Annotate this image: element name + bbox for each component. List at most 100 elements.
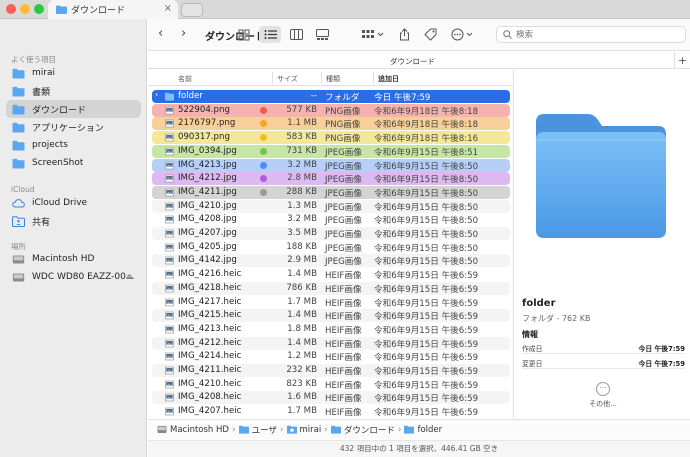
gallery-view-button[interactable]	[312, 26, 332, 43]
file-date-added: 令和6年9月15日 午後6:59	[374, 312, 479, 323]
file-row[interactable]: IMG_4210.heic 823 KB HEIF画像 令和6年9月15日 午後6:5…	[152, 378, 510, 391]
share-button[interactable]	[394, 26, 414, 43]
file-row[interactable]: 090317.png 583 KB PNG画像 令和6年9月18日 午後8:16	[152, 131, 510, 145]
column-name[interactable]: 名前	[178, 74, 192, 84]
file-row[interactable]: IMG_4213.jpg 3.2 MB JPEG画像 令和6年9月15日 午後8:50	[152, 158, 510, 172]
icon-view-button[interactable]	[234, 26, 254, 43]
sidebar-item-fav-3[interactable]: アプリケーション	[6, 118, 141, 136]
file-row[interactable]: IMG_4208.heic 1.6 MB HEIF画像 令和6年9月15日 午後6:5…	[152, 391, 510, 405]
sidebar-item-fav-4[interactable]: projects	[6, 136, 141, 154]
file-row[interactable]: IMG_4142.jpg 2.9 MB JPEG画像 令和6年9月15日 午後8:50	[152, 254, 510, 268]
column-size[interactable]: サイズ	[272, 72, 298, 84]
file-size: 3.2 MB	[287, 159, 317, 170]
group-by-button[interactable]	[358, 26, 388, 43]
file-row[interactable]: IMG_4211.jpg 288 KB JPEG画像 令和6年9月15日 午後8:50	[152, 185, 510, 199]
folder-icon	[330, 425, 341, 434]
file-size: 188 KB	[286, 241, 317, 252]
file-row[interactable]: 2176797.png 1.1 MB PNG画像 令和6年9月18日 午後8:18	[152, 117, 510, 131]
file-name: IMG_4208.heic	[178, 392, 242, 403]
file-row[interactable]: IMG_4212.jpg 2.8 MB JPEG画像 令和6年9月15日 午後8:50	[152, 172, 510, 186]
image-file-icon	[165, 174, 174, 183]
file-row[interactable]: IMG_4215.heic 1.4 MB HEIF画像 令和6年9月15日 午後6:5…	[152, 309, 510, 323]
sidebar-item-fav-1[interactable]: 書類	[6, 82, 141, 100]
sidebar-item-fav-5[interactable]: ScreenShot	[6, 154, 141, 172]
file-date-added: 令和6年9月18日 午後8:16	[374, 134, 479, 145]
file-date-added: 令和6年9月15日 午後6:59	[374, 394, 479, 405]
list-view-button[interactable]	[259, 26, 281, 43]
tab-close-button[interactable]: ×	[164, 3, 172, 14]
file-row[interactable]: IMG_4207.heic 1.7 MB HEIF画像 令和6年9月15日 午後6:5…	[152, 405, 510, 418]
forward-button[interactable]: ›	[181, 26, 186, 41]
file-row[interactable]: › folder -- フォルダ 今日 午後7:59	[152, 90, 510, 103]
file-name: IMG_4142.jpg	[178, 255, 237, 266]
file-row[interactable]: IMG_4205.jpg 188 KB JPEG画像 令和6年9月15日 午後8:50	[152, 241, 510, 254]
file-list: 名前 サイズ 種類 追加日 › folder -- フォルダ 今日 午後7:59 5229…	[148, 70, 513, 418]
search-input[interactable]	[516, 29, 676, 40]
sidebar-item-label: projects	[32, 140, 68, 150]
file-row[interactable]: IMG_4207.jpg 3.5 MB JPEG画像 令和6年9月15日 午後8:50	[152, 227, 510, 240]
folder-icon	[56, 5, 67, 14]
sidebar-item-loc-1[interactable]: WDC WD80 EAZZ-00... ⏏	[6, 268, 141, 286]
more-button[interactable]: ··· その他...	[586, 382, 620, 409]
file-name: IMG_4210.heic	[178, 378, 242, 389]
column-kind[interactable]: 種類	[321, 72, 340, 84]
path-item[interactable]: folder	[404, 425, 442, 435]
file-row[interactable]: IMG_4212.heic 1.4 MB HEIF画像 令和6年9月15日 午後6:5…	[152, 336, 510, 350]
close-window-button[interactable]	[6, 4, 16, 14]
file-row[interactable]: IMG_4208.jpg 3.2 MB JPEG画像 令和6年9月15日 午後8:50	[152, 213, 510, 226]
file-row[interactable]: IMG_4217.heic 1.7 MB HEIF画像 令和6年9月15日 午後6:5…	[152, 296, 510, 309]
search-field[interactable]	[496, 26, 686, 43]
tab-downloads[interactable]: ダウンロード ×	[48, 0, 178, 19]
file-date-added: 令和6年9月15日 午後8:50	[374, 230, 479, 240]
file-size: 1.4 MB	[287, 269, 317, 280]
path-item[interactable]: ダウンロード	[330, 424, 395, 436]
file-name: IMG_4211.heic	[178, 365, 242, 375]
add-tab-button[interactable]: +	[674, 52, 690, 69]
file-row[interactable]: IMG_4211.heic 232 KB HEIF画像 令和6年9月15日 午後6:5…	[152, 364, 510, 377]
image-file-icon	[165, 215, 174, 224]
path-separator-icon: ›	[231, 424, 236, 435]
file-name: 090317.png	[178, 132, 230, 143]
preview-created-row: 作成日 今日 午後7:59	[522, 340, 685, 354]
folder-icon	[12, 122, 25, 132]
sidebar-item-label: mirai	[32, 68, 55, 78]
file-row[interactable]: IMG_4216.heic 1.4 MB HEIF画像 令和6年9月15日 午後6:5…	[152, 268, 510, 281]
new-tab-button[interactable]	[181, 3, 203, 17]
file-name: IMG_4213.heic	[178, 323, 242, 334]
path-item[interactable]: Macintosh HD	[157, 425, 229, 435]
back-button[interactable]: ‹	[158, 26, 163, 41]
created-value: 今日 午後7:59	[638, 345, 685, 353]
file-size: 1.3 MB	[287, 200, 317, 211]
minimize-window-button[interactable]	[20, 4, 30, 14]
zoom-window-button[interactable]	[34, 4, 44, 14]
folder-header: ダウンロード +	[148, 52, 690, 69]
path-item[interactable]: ユーザ	[238, 424, 277, 436]
file-row[interactable]: IMG_4210.jpg 1.3 MB JPEG画像 令和6年9月15日 午後8:50	[152, 199, 510, 213]
folder-icon	[238, 425, 249, 434]
sidebar-item-fav-2[interactable]: ダウンロード	[6, 100, 141, 118]
file-row[interactable]: IMG_0394.jpg 731 KB JPEG画像 令和6年9月15日 午後8:51	[152, 144, 510, 158]
path-item[interactable]: mirai	[286, 425, 321, 435]
file-name: IMG_4207.heic	[178, 406, 242, 417]
file-size: 232 KB	[286, 365, 317, 375]
disclosure-triangle-icon[interactable]: ›	[155, 90, 158, 99]
sidebar-item-icloud-0[interactable]: iCloud Drive	[6, 194, 141, 212]
column-date-added[interactable]: 追加日	[373, 72, 399, 84]
tags-button[interactable]	[420, 26, 440, 43]
sidebar-item-icloud-1[interactable]: 共有	[6, 212, 141, 230]
sidebar-item-label: WDC WD80 EAZZ-00...	[32, 272, 135, 282]
column-view-button[interactable]	[286, 26, 306, 43]
file-row[interactable]: IMG_4213.heic 1.8 MB HEIF画像 令和6年9月15日 午後6:5…	[152, 323, 510, 336]
sidebar-item-fav-0[interactable]: mirai	[6, 64, 141, 82]
file-kind: HEIF画像	[325, 380, 362, 391]
file-row[interactable]: IMG_4214.heic 1.2 MB HEIF画像 令和6年9月15日 午後6:5…	[152, 350, 510, 363]
file-size: 1.1 MB	[287, 118, 317, 129]
file-row[interactable]: 522904.png 577 KB PNG画像 令和6年9月18日 午後8:18	[152, 103, 510, 117]
file-name: IMG_4218.heic	[178, 282, 242, 293]
sidebar-item-loc-0[interactable]: Macintosh HD	[6, 250, 141, 268]
disk-icon	[12, 273, 25, 281]
action-menu-button[interactable]	[448, 26, 478, 43]
eject-icon[interactable]: ⏏	[125, 272, 133, 281]
file-size: 731 KB	[286, 145, 317, 156]
file-row[interactable]: IMG_4218.heic 786 KB HEIF画像 令和6年9月15日 午後6:5…	[152, 281, 510, 295]
